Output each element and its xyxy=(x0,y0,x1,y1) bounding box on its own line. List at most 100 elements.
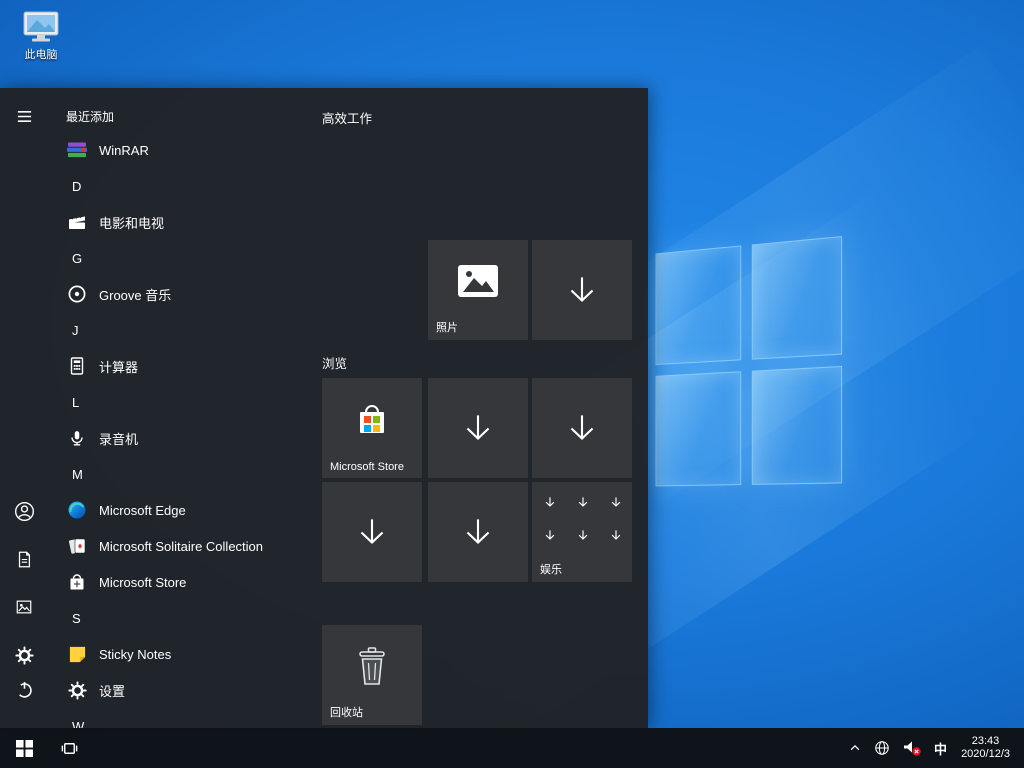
solitaire-icon xyxy=(66,535,88,557)
app-label: Sticky Notes xyxy=(99,647,171,662)
app-label: 计算器 xyxy=(99,357,138,376)
tile-download-4[interactable] xyxy=(322,482,422,582)
letter-M[interactable]: M xyxy=(48,456,310,492)
voice-recorder-icon xyxy=(66,427,88,449)
pictures-button[interactable] xyxy=(0,583,48,631)
this-pc-desktop-icon[interactable]: 此电脑 xyxy=(12,10,70,62)
app-label: Microsoft Solitaire Collection xyxy=(99,539,263,554)
app-label: Microsoft Edge xyxy=(99,503,186,518)
mini-download-icon xyxy=(542,494,558,510)
hamburger-icon xyxy=(16,108,33,125)
windows-start-icon xyxy=(16,740,33,757)
system-tray: 中 23:43 2020/12/3 xyxy=(842,728,1024,768)
tile-download-1[interactable] xyxy=(532,240,632,340)
mini-download-icon xyxy=(608,494,624,510)
taskbar-clock[interactable]: 23:43 2020/12/3 xyxy=(953,735,1018,761)
letter-W[interactable]: W xyxy=(48,708,310,728)
store-icon xyxy=(66,571,88,593)
letter-L[interactable]: L xyxy=(48,384,310,420)
sticky-notes-icon xyxy=(66,643,88,665)
tile-group-title-explore[interactable]: 浏览 xyxy=(322,353,347,372)
computer-monitor-icon xyxy=(21,10,61,43)
gear-icon xyxy=(15,646,34,665)
tile-label: 娱乐 xyxy=(540,561,562,577)
app-item-movies-tv[interactable]: 电影和电视 xyxy=(48,204,310,240)
download-arrow-icon xyxy=(428,378,528,478)
mini-download-icon xyxy=(608,527,624,543)
tile-microsoft-store[interactable]: Microsoft Store xyxy=(322,378,422,478)
app-item-winrar[interactable]: WinRAR xyxy=(48,132,310,168)
mini-download-icon xyxy=(542,527,558,543)
user-icon xyxy=(14,501,35,522)
task-view-button[interactable] xyxy=(48,728,90,768)
download-arrow-icon xyxy=(532,240,632,340)
start-menu: 最近添加 WinRAR D xyxy=(0,88,648,728)
app-label: Microsoft Store xyxy=(99,575,186,590)
letter-G[interactable]: G xyxy=(48,240,310,276)
app-item-calculator[interactable]: 计算器 xyxy=(48,348,310,384)
app-label: Groove 音乐 xyxy=(99,285,171,304)
expand-menu-button[interactable] xyxy=(0,92,48,140)
tile-download-2[interactable] xyxy=(428,378,528,478)
globe-network-icon xyxy=(874,740,890,756)
speaker-muted-icon xyxy=(902,739,922,757)
settings-gear-icon xyxy=(66,679,88,701)
calculator-icon xyxy=(66,355,88,377)
app-label: 设置 xyxy=(99,681,125,700)
volume-button[interactable] xyxy=(896,728,928,768)
tray-overflow-button[interactable] xyxy=(842,728,868,768)
download-arrow-icon xyxy=(532,378,632,478)
tile-group-title-productivity[interactable]: 高效工作 xyxy=(322,108,372,127)
letter-D[interactable]: D xyxy=(48,168,310,204)
recently-added-header: 最近添加 xyxy=(66,108,114,125)
start-menu-rail xyxy=(0,88,48,728)
picture-icon xyxy=(15,598,33,616)
user-account-button[interactable] xyxy=(0,487,48,535)
network-button[interactable] xyxy=(868,728,896,768)
letter-J[interactable]: J xyxy=(48,312,310,348)
chevron-up-icon xyxy=(848,742,862,754)
logo-pane xyxy=(656,372,739,486)
app-item-microsoft-store[interactable]: Microsoft Store xyxy=(48,564,310,600)
app-label: 录音机 xyxy=(99,429,138,448)
download-arrow-icon xyxy=(322,482,422,582)
this-pc-label: 此电脑 xyxy=(25,46,58,62)
tile-recycle-bin[interactable]: 回收站 xyxy=(322,625,422,725)
document-icon xyxy=(15,550,33,569)
tile-download-3[interactable] xyxy=(532,378,632,478)
tile-label: Microsoft Store xyxy=(330,461,404,473)
mini-download-icon xyxy=(575,494,591,510)
app-list: 最近添加 WinRAR D xyxy=(48,88,310,728)
movies-tv-icon xyxy=(66,211,88,233)
app-item-groove-music[interactable]: Groove 音乐 xyxy=(48,276,310,312)
taskbar: 中 23:43 2020/12/3 xyxy=(0,728,1024,768)
power-button[interactable] xyxy=(0,665,48,713)
logo-pane xyxy=(752,367,841,484)
groove-music-icon xyxy=(66,283,88,305)
app-item-settings[interactable]: 设置 xyxy=(48,672,310,708)
documents-button[interactable] xyxy=(0,535,48,583)
letter-S[interactable]: S xyxy=(48,600,310,636)
tile-label: 回收站 xyxy=(330,704,363,720)
tile-photos[interactable]: 照片 xyxy=(428,240,528,340)
taskbar-empty-area xyxy=(90,728,842,768)
edge-icon xyxy=(66,499,88,521)
download-arrow-icon xyxy=(428,482,528,582)
app-list-rows: WinRAR D 电影和电视 G xyxy=(48,132,310,728)
start-button[interactable] xyxy=(0,728,48,768)
tile-label: 照片 xyxy=(436,319,458,335)
power-icon xyxy=(15,679,34,699)
tile-area: 高效工作 照片 浏览 xyxy=(310,88,648,728)
tile-entertainment-folder[interactable]: 娱乐 xyxy=(532,482,632,582)
app-item-microsoft-solitaire-collection[interactable]: Microsoft Solitaire Collection xyxy=(48,528,310,564)
app-label: WinRAR xyxy=(99,143,149,158)
tile-download-5[interactable] xyxy=(428,482,528,582)
app-item-voice-recorder[interactable]: 录音机 xyxy=(48,420,310,456)
app-item-microsoft-edge[interactable]: Microsoft Edge xyxy=(48,492,310,528)
app-item-sticky-notes[interactable]: Sticky Notes xyxy=(48,636,310,672)
logo-pane xyxy=(656,247,739,364)
ime-indicator[interactable]: 中 xyxy=(928,728,953,768)
logo-pane xyxy=(752,237,841,358)
task-view-icon xyxy=(60,739,79,758)
mini-download-icon xyxy=(575,527,591,543)
